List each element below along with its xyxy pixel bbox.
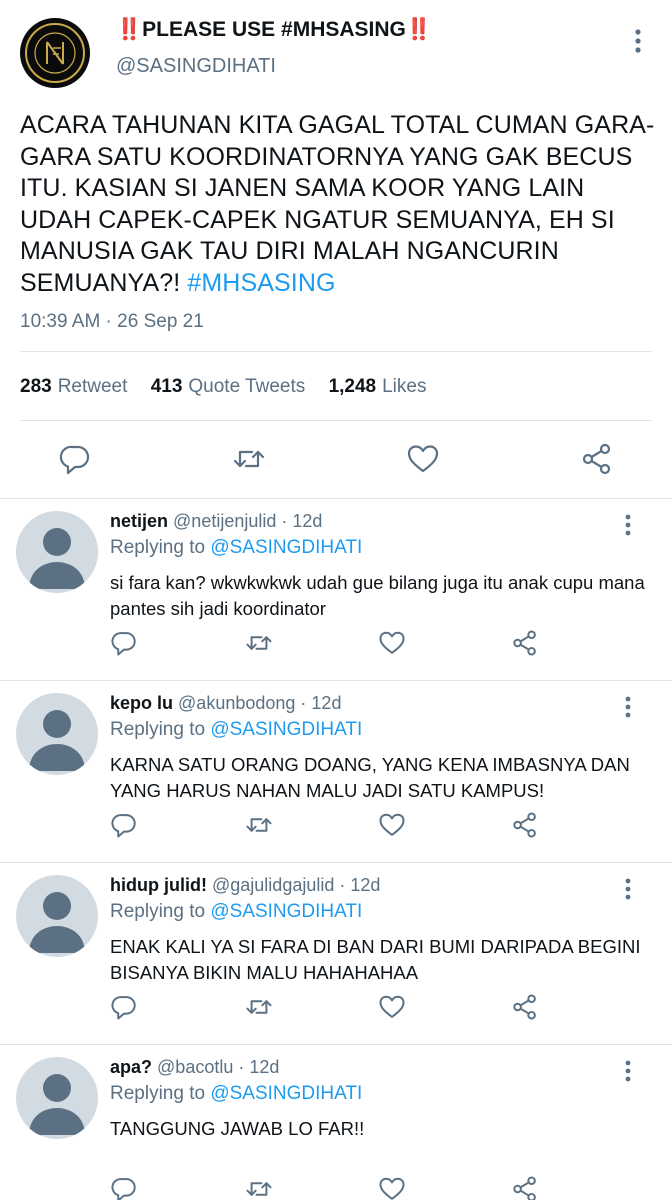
reply-text: TANGGUNG JAWAB LO FAR!!: [110, 1118, 365, 1139]
double-exclamation-left: ‼️: [116, 18, 143, 41]
tweet-stats: 283 Retweet 413 Quote Tweets 1,248 Likes: [20, 376, 444, 398]
replying-to-prefix: Replying to: [110, 537, 206, 558]
reply-author-name[interactable]: netijen: [110, 511, 168, 531]
likes-stat[interactable]: 1,248 Likes: [329, 376, 427, 398]
more-options-icon[interactable]: [618, 693, 638, 723]
retweets-count: 283: [20, 376, 52, 397]
reply-tweet[interactable]: hidup julid! @gajulidgajulid · 12d Reply…: [0, 862, 672, 1044]
reply-author-name[interactable]: hidup julid!: [110, 875, 207, 895]
reply-icon[interactable]: [110, 811, 138, 839]
avatar[interactable]: [16, 875, 98, 957]
divider: [20, 420, 652, 421]
replying-to: Replying to @SASINGDIHATI: [110, 719, 362, 741]
reply-actions: [0, 811, 672, 843]
quotes-count: 413: [150, 376, 183, 397]
reply-tweet[interactable]: netijen @netijenjulid · 12d Replying to …: [0, 498, 672, 680]
retweets-label: Retweet: [57, 376, 128, 397]
reply-header: kepo lu @akunbodong · 12d: [110, 693, 341, 714]
reply-header: hidup julid! @gajulidgajulid · 12d: [110, 875, 380, 896]
like-icon[interactable]: [378, 811, 406, 839]
replying-to-mention[interactable]: @SASINGDIHATI: [210, 901, 362, 922]
reply-tweet[interactable]: apa? @bacotlu · 12d Replying to @SASINGD…: [0, 1044, 672, 1200]
replying-to-mention[interactable]: @SASINGDIHATI: [210, 719, 362, 740]
reply-author-handle[interactable]: @netijenjulid: [173, 511, 276, 531]
retweet-icon[interactable]: [245, 811, 273, 839]
avatar[interactable]: [16, 693, 98, 775]
tweet-text: ACARA TAHUNAN KITA GAGAL TOTAL CUMAN GAR…: [20, 110, 660, 299]
retweet-icon[interactable]: [245, 993, 273, 1021]
retweets-stat[interactable]: 283 Retweet: [20, 376, 127, 398]
share-icon[interactable]: [580, 442, 614, 476]
retweet-icon[interactable]: [232, 442, 266, 476]
reply-author-name[interactable]: kepo lu: [110, 693, 173, 713]
more-options-icon[interactable]: [618, 1057, 638, 1087]
replying-to-prefix: Replying to: [110, 1083, 206, 1104]
share-icon[interactable]: [511, 629, 539, 657]
tweet-timestamp[interactable]: 10:39 AM · 26 Sep 21: [20, 311, 204, 333]
more-options-icon[interactable]: [618, 511, 638, 541]
replying-to-mention[interactable]: @SASINGDIHATI: [210, 537, 362, 558]
reply-actions: [0, 993, 672, 1025]
replying-to-prefix: Replying to: [110, 719, 206, 740]
reply-text: KARNA SATU ORANG DOANG, YANG KENA IMBASN…: [110, 754, 630, 801]
reply-header: netijen @netijenjulid · 12d: [110, 511, 322, 532]
retweet-icon[interactable]: [245, 629, 273, 657]
main-tweet-actions: [0, 438, 672, 482]
display-name[interactable]: ‼️PLEASE USE #MHSASING‼️: [116, 18, 432, 42]
reply-tweet[interactable]: kepo lu @akunbodong · 12d Replying to @S…: [0, 680, 672, 862]
like-icon[interactable]: [406, 442, 440, 476]
divider: [20, 351, 652, 352]
replying-to-mention[interactable]: @SASINGDIHATI: [210, 1083, 362, 1104]
user-handle[interactable]: @SASINGDIHATI: [116, 55, 276, 78]
share-icon[interactable]: [511, 1175, 539, 1200]
reply-icon[interactable]: [110, 629, 138, 657]
replying-to: Replying to @SASINGDIHATI: [110, 901, 362, 923]
hashtag-link[interactable]: #MHSASING: [187, 269, 335, 297]
more-options-icon[interactable]: [618, 875, 638, 905]
display-name-text: PLEASE USE #MHSASING: [142, 18, 406, 41]
reply-author-handle[interactable]: @gajulidgajulid: [212, 875, 334, 895]
reply-actions: [0, 1175, 672, 1200]
reply-time: · 12d: [281, 511, 323, 531]
reply-text: si fara kan? wkwkwkwk udah gue bilang ju…: [110, 572, 645, 619]
like-icon[interactable]: [378, 629, 406, 657]
reply-time: · 12d: [339, 875, 381, 895]
reply-text: ENAK KALI YA SI FARA DI BAN DARI BUMI DA…: [110, 936, 641, 983]
reply-time: · 12d: [300, 693, 342, 713]
reply-author-name[interactable]: apa?: [110, 1057, 152, 1077]
profile-logo[interactable]: [20, 18, 90, 88]
more-options-icon[interactable]: [626, 24, 650, 58]
main-tweet: ‼️PLEASE USE #MHSASING‼️ @SASINGDIHATI A…: [0, 0, 672, 498]
reply-icon[interactable]: [110, 1175, 138, 1200]
reply-actions: [0, 629, 672, 661]
like-icon[interactable]: [378, 993, 406, 1021]
replying-to: Replying to @SASINGDIHATI: [110, 537, 362, 559]
reply-time: · 12d: [238, 1057, 280, 1077]
share-icon[interactable]: [511, 993, 539, 1021]
tweet-body: ACARA TAHUNAN KITA GAGAL TOTAL CUMAN GAR…: [20, 111, 655, 297]
reply-author-handle[interactable]: @akunbodong: [178, 693, 295, 713]
replying-to: Replying to @SASINGDIHATI: [110, 1083, 362, 1105]
likes-label: Likes: [382, 376, 427, 397]
reply-header: apa? @bacotlu · 12d: [110, 1057, 279, 1078]
quotes-stat[interactable]: 413 Quote Tweets: [151, 376, 306, 398]
double-exclamation-right: ‼️: [405, 18, 433, 41]
replying-to-prefix: Replying to: [110, 901, 206, 922]
share-icon[interactable]: [511, 811, 539, 839]
reply-icon[interactable]: [58, 442, 92, 476]
avatar[interactable]: [16, 511, 98, 593]
reply-icon[interactable]: [110, 993, 138, 1021]
retweet-icon[interactable]: [245, 1175, 273, 1200]
quotes-label: Quote Tweets: [188, 376, 306, 397]
reply-author-handle[interactable]: @bacotlu: [157, 1057, 233, 1077]
avatar[interactable]: [16, 1057, 98, 1139]
like-icon[interactable]: [378, 1175, 406, 1200]
likes-count: 1,248: [328, 376, 377, 397]
